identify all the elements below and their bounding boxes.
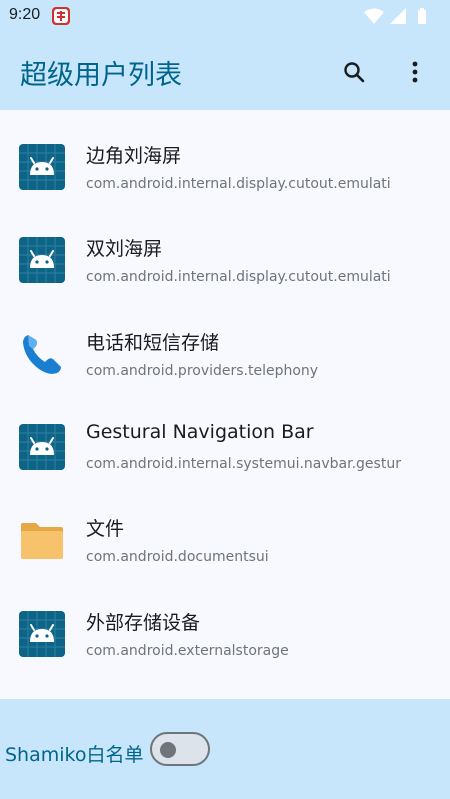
whitelist-toggle[interactable] bbox=[150, 732, 210, 766]
app-label: 外部存储设备 bbox=[86, 612, 201, 634]
status-icons bbox=[364, 8, 426, 24]
app-package-name: com.android.providers.telephony bbox=[86, 363, 319, 379]
app-label: Gestural Navigation Bar bbox=[86, 421, 314, 443]
list-item[interactable]: 双刘海屏 com.android.internal.display.cutout… bbox=[0, 203, 450, 296]
search-button[interactable] bbox=[336, 54, 372, 90]
app-package-name: com.android.internal.systemui.navbar.ges… bbox=[86, 456, 401, 472]
wifi-icon bbox=[364, 8, 384, 24]
status-bar: 9:20 bbox=[0, 0, 450, 34]
list-item[interactable]: 边角刘海屏 com.android.internal.display.cutou… bbox=[0, 110, 450, 203]
signal-icon bbox=[390, 8, 406, 24]
android-icon bbox=[19, 424, 65, 470]
app-label: 电话和短信存储 bbox=[86, 332, 220, 354]
app-package-name: com.android.internal.display.cutout.emul… bbox=[86, 176, 391, 192]
page-title: 超级用户列表 bbox=[20, 60, 182, 91]
bottom-bar: Shamiko白名单 bbox=[0, 699, 450, 799]
app-label: 双刘海屏 bbox=[86, 238, 163, 260]
list-item[interactable]: 电话和短信存储 com.android.providers.telephony bbox=[0, 297, 450, 390]
app-label: 文件 bbox=[86, 518, 125, 540]
whitelist-label: Shamiko白名单 bbox=[5, 744, 144, 766]
app-label: 边角刘海屏 bbox=[86, 145, 182, 167]
android-icon bbox=[19, 144, 65, 190]
status-time: 9:20 bbox=[9, 6, 41, 23]
folder-icon bbox=[21, 523, 63, 559]
app-list: 边角刘海屏 com.android.internal.display.cutou… bbox=[0, 110, 450, 699]
list-item[interactable]: 文件 com.android.documentsui bbox=[0, 483, 450, 576]
more-options-button[interactable] bbox=[400, 54, 430, 90]
app-package-name: com.android.internal.display.cutout.emul… bbox=[86, 269, 391, 285]
notification-app-icon bbox=[52, 7, 70, 25]
search-icon bbox=[344, 62, 365, 83]
battery-icon bbox=[418, 8, 426, 24]
phone-icon bbox=[23, 335, 61, 374]
android-icon bbox=[19, 237, 65, 283]
more-vert-icon bbox=[412, 61, 418, 83]
app-bar: 超级用户列表 bbox=[0, 34, 450, 110]
app-package-name: com.android.externalstorage bbox=[86, 643, 289, 659]
android-icon bbox=[19, 611, 65, 657]
switch-thumb bbox=[160, 742, 176, 758]
app-package-name: com.android.documentsui bbox=[86, 549, 269, 565]
list-item[interactable]: 外部存储设备 com.android.externalstorage bbox=[0, 577, 450, 670]
list-item[interactable]: Gestural Navigation Bar com.android.inte… bbox=[0, 390, 450, 483]
